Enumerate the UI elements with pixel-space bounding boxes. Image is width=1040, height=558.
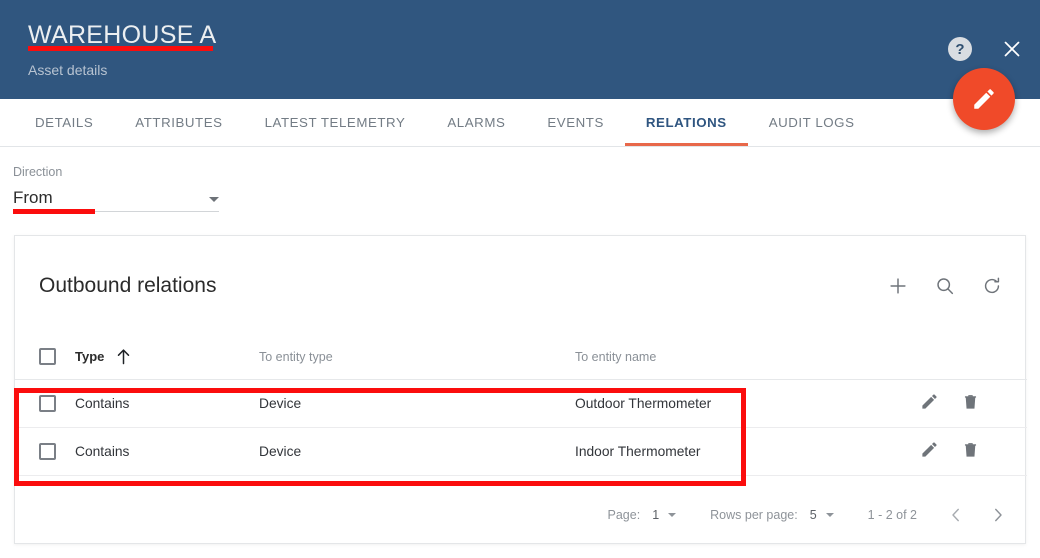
edit-asset-fab[interactable]: [953, 68, 1015, 130]
chevron-right-icon: [995, 508, 1002, 522]
chevron-down-icon: [668, 513, 677, 517]
column-header-actions: [920, 335, 1027, 380]
row-select-cell: [15, 379, 75, 428]
cell-to-entity-name: Outdoor Thermometer: [575, 379, 920, 428]
rows-per-page-select[interactable]: 5: [810, 508, 834, 522]
direction-annotation-underline: [13, 209, 95, 214]
cell-to-entity-name: Indoor Thermometer: [575, 427, 920, 476]
row-select-cell: [15, 427, 75, 476]
plus-icon[interactable]: [883, 271, 913, 301]
cell-to-entity-type: Device: [259, 379, 575, 428]
cell-actions: [920, 379, 1027, 428]
table-row[interactable]: Contains Device Indoor Thermometer: [15, 427, 1027, 476]
column-header-type[interactable]: Type: [75, 335, 259, 380]
page-select[interactable]: 1: [652, 508, 677, 522]
tab-alarms[interactable]: ALARMS: [426, 99, 526, 146]
rows-per-page-label: Rows per page:: [710, 508, 798, 522]
card-toolbar: [883, 271, 1007, 301]
direction-value: From: [13, 188, 53, 207]
select-all-header-cell: [15, 335, 75, 380]
previous-page-button[interactable]: [943, 502, 969, 528]
paginator: Page: 1 Rows per page: 5 1 - 2 of 2: [15, 487, 1025, 543]
chevron-down-icon[interactable]: [209, 197, 219, 202]
page-subtitle: Asset details: [28, 62, 108, 78]
asset-details-screen: WAREHOUSE A Asset details ? DETAILS ATTR…: [0, 0, 1040, 558]
tab-details[interactable]: DETAILS: [14, 99, 114, 146]
table-row[interactable]: Contains Device Outdoor Thermometer: [15, 379, 1027, 428]
card-title: Outbound relations: [39, 273, 217, 297]
edit-relation-button[interactable]: [920, 440, 939, 462]
select-all-checkbox[interactable]: [39, 348, 56, 366]
tab-audit-logs[interactable]: AUDIT LOGS: [748, 99, 876, 146]
direction-label: Direction: [13, 165, 63, 179]
paginator-nav: [943, 502, 1011, 528]
outbound-relations-card: Outbound relations Type To entity type T…: [14, 235, 1027, 544]
help-glyph: ?: [955, 40, 965, 58]
delete-relation-button[interactable]: [961, 392, 980, 414]
title-annotation-underline: [28, 46, 213, 51]
row-checkbox[interactable]: [39, 442, 56, 460]
cell-type: Contains: [75, 427, 259, 476]
relations-table: Type To entity type To entity name Conta…: [15, 335, 1027, 476]
search-icon[interactable]: [930, 271, 960, 301]
tab-latest-telemetry[interactable]: LATEST TELEMETRY: [244, 99, 427, 146]
direction-select-field[interactable]: Direction From: [13, 165, 219, 214]
cell-actions: [920, 427, 1027, 476]
next-page-button[interactable]: [985, 502, 1011, 528]
table-head: Type To entity type To entity name: [15, 335, 1027, 380]
column-header-type-label: Type: [75, 349, 105, 365]
tab-events[interactable]: EVENTS: [526, 99, 625, 146]
chevron-left-icon: [952, 508, 959, 522]
column-header-to-entity-type[interactable]: To entity type: [259, 335, 575, 380]
cell-type: Contains: [75, 379, 259, 428]
card-header: Outbound relations: [15, 236, 1025, 335]
column-header-to-entity-name[interactable]: To entity name: [575, 335, 920, 380]
close-icon[interactable]: [998, 35, 1026, 63]
tab-bar: DETAILS ATTRIBUTES LATEST TELEMETRY ALAR…: [0, 99, 1040, 147]
cell-to-entity-type: Device: [259, 427, 575, 476]
row-checkbox[interactable]: [39, 394, 56, 412]
table-header-row: Type To entity type To entity name: [15, 335, 1027, 380]
help-circle-icon[interactable]: ?: [948, 37, 972, 61]
chevron-down-icon: [825, 513, 834, 517]
pencil-icon: [974, 89, 994, 109]
page-range-label: 1 - 2 of 2: [867, 508, 917, 522]
tab-attributes[interactable]: ATTRIBUTES: [114, 99, 243, 146]
rows-per-page-value: 5: [809, 508, 817, 522]
delete-relation-button[interactable]: [961, 440, 980, 462]
arrow-up-icon[interactable]: [116, 348, 131, 365]
refresh-icon[interactable]: [977, 271, 1007, 301]
tab-relations[interactable]: RELATIONS: [624, 99, 748, 146]
app-header: WAREHOUSE A Asset details ?: [0, 0, 1040, 99]
page-label: Page:: [607, 508, 641, 522]
edit-relation-button[interactable]: [920, 392, 939, 414]
table-body: Contains Device Outdoor Thermometer Cont…: [15, 379, 1027, 476]
page-value: 1: [652, 508, 660, 522]
